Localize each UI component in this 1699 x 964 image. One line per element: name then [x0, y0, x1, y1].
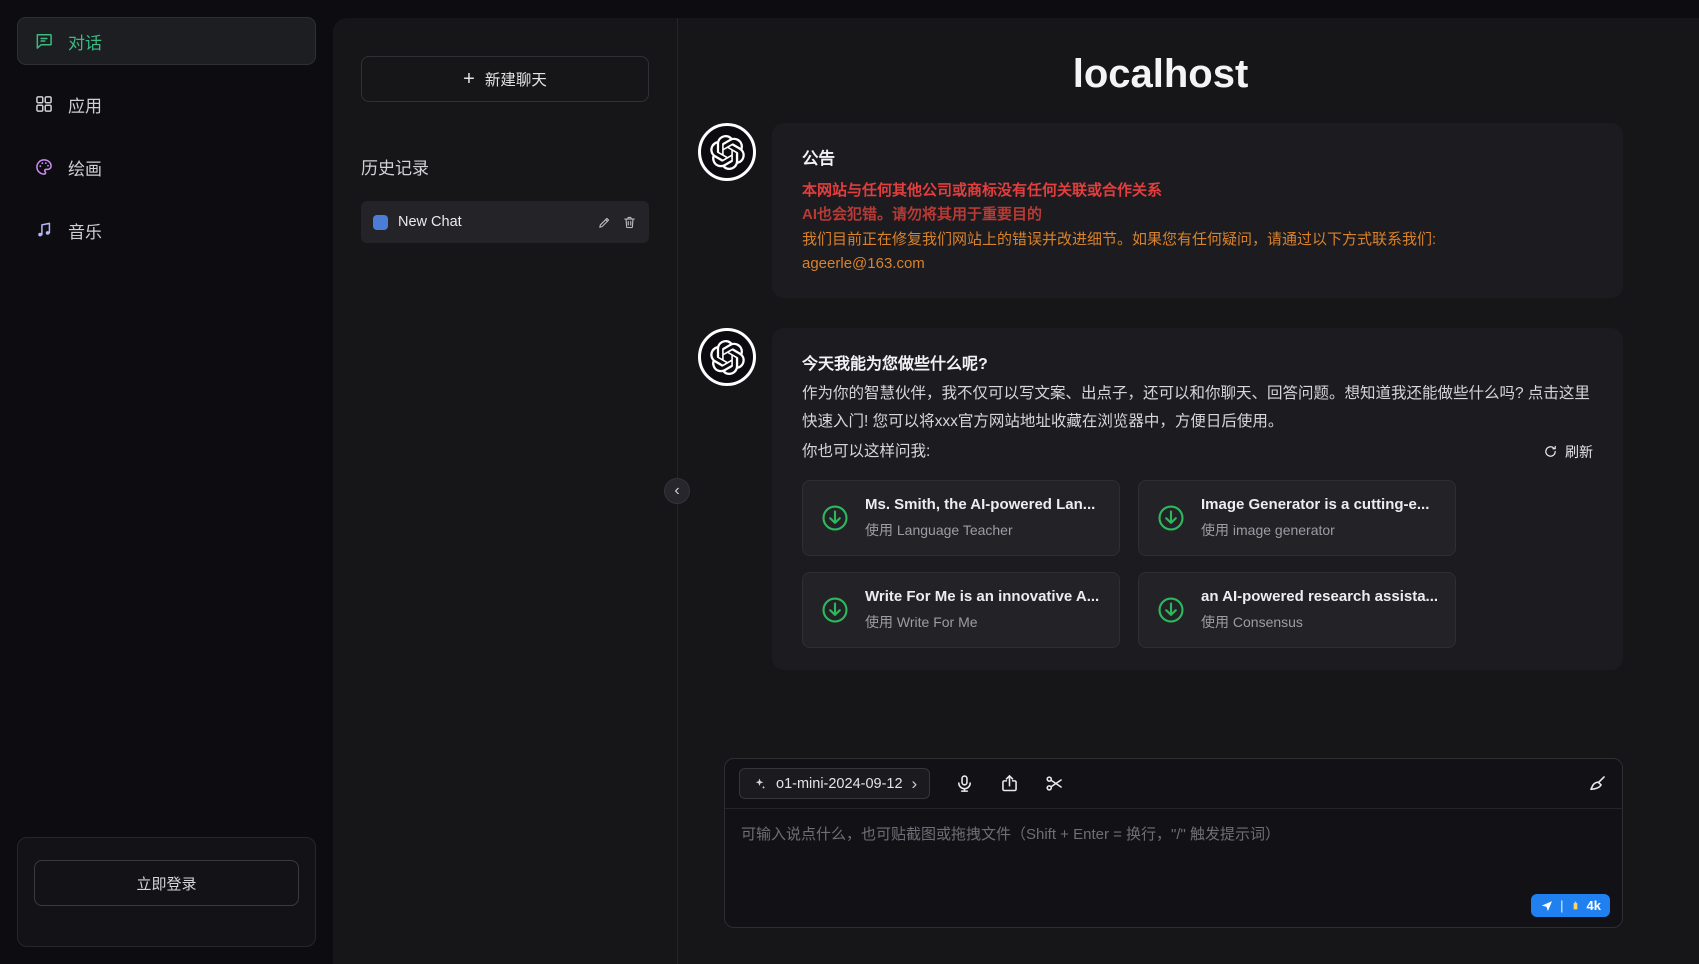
suggestion-texts: Image Generator is a cutting-e... 使用 ima…	[1201, 496, 1429, 540]
suggestion-texts: Write For Me is an innovative A... 使用 Wr…	[865, 588, 1099, 632]
suggestion-card[interactable]: an AI-powered research assista... 使用 Con…	[1138, 572, 1456, 648]
suggestion-subtitle: 使用 Write For Me	[865, 612, 1099, 632]
send-plane-icon	[1540, 899, 1554, 913]
composer-input-area: | 4k	[725, 809, 1622, 927]
announcement-line1: 本网站与任何其他公司或商标没有任何关联或合作关系	[802, 179, 1593, 203]
sidebar-item-music[interactable]: 音乐	[17, 206, 316, 254]
suggestion-subtitle: 使用 Consensus	[1201, 612, 1438, 632]
sidebar-item-chat[interactable]: 对话	[17, 17, 316, 65]
message-input[interactable]	[741, 823, 1606, 893]
refresh-icon	[1543, 444, 1558, 459]
announcement-message: 公告 本网站与任何其他公司或商标没有任何关联或合作关系 AI也会犯错。请勿将其用…	[698, 123, 1623, 298]
suggestion-title: Image Generator is a cutting-e...	[1201, 496, 1429, 513]
suggestion-subtitle: 使用 image generator	[1201, 520, 1429, 540]
ask-text: 你也可以这样问我:	[802, 438, 930, 466]
delete-trash-icon[interactable]	[622, 215, 637, 230]
send-button[interactable]: | 4k	[1531, 894, 1610, 917]
login-button[interactable]: 立即登录	[34, 860, 299, 906]
chat-item-icon	[373, 215, 388, 230]
refresh-label: 刷新	[1565, 442, 1593, 462]
circle-arrow-down-icon	[1155, 502, 1187, 534]
token-count: 4k	[1587, 898, 1601, 913]
suggestion-title: Ms. Smith, the AI-powered Lan...	[865, 496, 1095, 513]
suggestion-texts: an AI-powered research assista... 使用 Con…	[1201, 588, 1438, 632]
suggestion-texts: Ms. Smith, the AI-powered Lan... 使用 Lang…	[865, 496, 1095, 540]
suggestion-title: an AI-powered research assista...	[1201, 588, 1438, 605]
ask-row: 你也可以这样问我: 刷新	[802, 438, 1593, 466]
circle-arrow-down-icon	[819, 502, 851, 534]
main-chat-area: localhost 公告 本网站与任何其他公司或商标没有任何关联或合作关系 AI…	[678, 18, 1699, 964]
sidebar-item-label: 音乐	[68, 218, 102, 243]
assistant-avatar	[698, 123, 756, 181]
sidebar-item-apps[interactable]: 应用	[17, 80, 316, 128]
suggestion-card[interactable]: Write For Me is an innovative A... 使用 Wr…	[802, 572, 1120, 648]
content-panel: + 新建聊天 历史记录 New Chat ‹ localhost	[333, 18, 1699, 964]
login-panel: 立即登录	[17, 837, 316, 947]
openai-logo-icon	[710, 340, 745, 375]
suggestion-title: Write For Me is an innovative A...	[865, 588, 1099, 605]
sidebar: 对话 应用 绘画 音乐 立即登录	[0, 0, 333, 964]
chevron-left-icon: ‹	[674, 483, 679, 499]
refresh-button[interactable]: 刷新	[1543, 442, 1593, 462]
upload-icon[interactable]	[999, 773, 1020, 794]
welcome-title: 今天我能为您做些什么呢?	[802, 350, 1593, 374]
assistant-avatar	[698, 328, 756, 386]
apps-grid-icon	[34, 94, 54, 114]
welcome-bubble: 今天我能为您做些什么呢? 作为你的智慧伙伴，我不仅可以写文案、出点子，还可以和你…	[772, 328, 1623, 670]
announcement-line2: AI也会犯错。请勿将其用于重要目的	[802, 203, 1593, 227]
contact-email-link[interactable]: ageerle@163.com	[802, 252, 925, 276]
announcement-bubble: 公告 本网站与任何其他公司或商标没有任何关联或合作关系 AI也会犯错。请勿将其用…	[772, 123, 1623, 298]
chat-history-item[interactable]: New Chat	[361, 201, 649, 243]
collapse-sidebar-button[interactable]: ‹	[664, 478, 690, 504]
suggestion-card[interactable]: Image Generator is a cutting-e... 使用 ima…	[1138, 480, 1456, 556]
circle-arrow-down-icon	[1155, 594, 1187, 626]
badge-divider: |	[1560, 898, 1563, 913]
model-name: o1-mini-2024-09-12	[776, 776, 903, 792]
chat-bubble-icon	[34, 31, 54, 51]
sidebar-item-label: 对话	[68, 29, 102, 54]
chat-item-title: New Chat	[398, 214, 587, 230]
edit-pencil-icon[interactable]	[597, 215, 612, 230]
composer-toolbar: o1-mini-2024-09-12 ›	[725, 759, 1622, 809]
app: 对话 应用 绘画 音乐 立即登录 + 新建聊天 历史记录	[0, 0, 1699, 964]
sparkle-icon	[752, 776, 767, 791]
new-chat-label: 新建聊天	[485, 68, 547, 90]
sidebar-item-label: 绘画	[68, 155, 102, 180]
music-note-icon	[34, 220, 54, 240]
new-chat-button[interactable]: + 新建聊天	[361, 56, 649, 102]
composer: o1-mini-2024-09-12 › | 4k	[724, 758, 1623, 928]
sidebar-item-drawing[interactable]: 绘画	[17, 143, 316, 191]
suggestion-subtitle: 使用 Language Teacher	[865, 520, 1095, 540]
suggestion-card[interactable]: Ms. Smith, the AI-powered Lan... 使用 Lang…	[802, 480, 1120, 556]
palette-icon	[34, 157, 54, 177]
welcome-message: 今天我能为您做些什么呢? 作为你的智慧伙伴，我不仅可以写文案、出点子，还可以和你…	[698, 328, 1623, 670]
circle-arrow-down-icon	[819, 594, 851, 626]
sidebar-item-label: 应用	[68, 92, 102, 117]
openai-logo-icon	[710, 135, 745, 170]
token-battery-icon	[1570, 898, 1581, 913]
clean-broom-icon[interactable]	[1587, 773, 1608, 794]
microphone-icon[interactable]	[954, 773, 975, 794]
model-selector[interactable]: o1-mini-2024-09-12 ›	[739, 768, 930, 799]
announcement-line3: 我们目前正在修复我们网站上的错误并改进细节。如果您有任何疑问，请通过以下方式联系…	[802, 228, 1593, 252]
chat-list-panel: + 新建聊天 历史记录 New Chat ‹	[333, 18, 678, 964]
welcome-body: 作为你的智慧伙伴，我不仅可以写文案、出点子，还可以和你聊天、回答问题。想知道我还…	[802, 380, 1593, 436]
chevron-right-icon: ›	[912, 775, 918, 792]
suggestion-grid: Ms. Smith, the AI-powered Lan... 使用 Lang…	[802, 480, 1593, 648]
page-title: localhost	[698, 52, 1623, 97]
scissors-icon[interactable]	[1044, 773, 1065, 794]
announcement-title: 公告	[802, 145, 1593, 169]
history-title: 历史记录	[361, 154, 649, 179]
plus-icon: +	[463, 69, 475, 89]
